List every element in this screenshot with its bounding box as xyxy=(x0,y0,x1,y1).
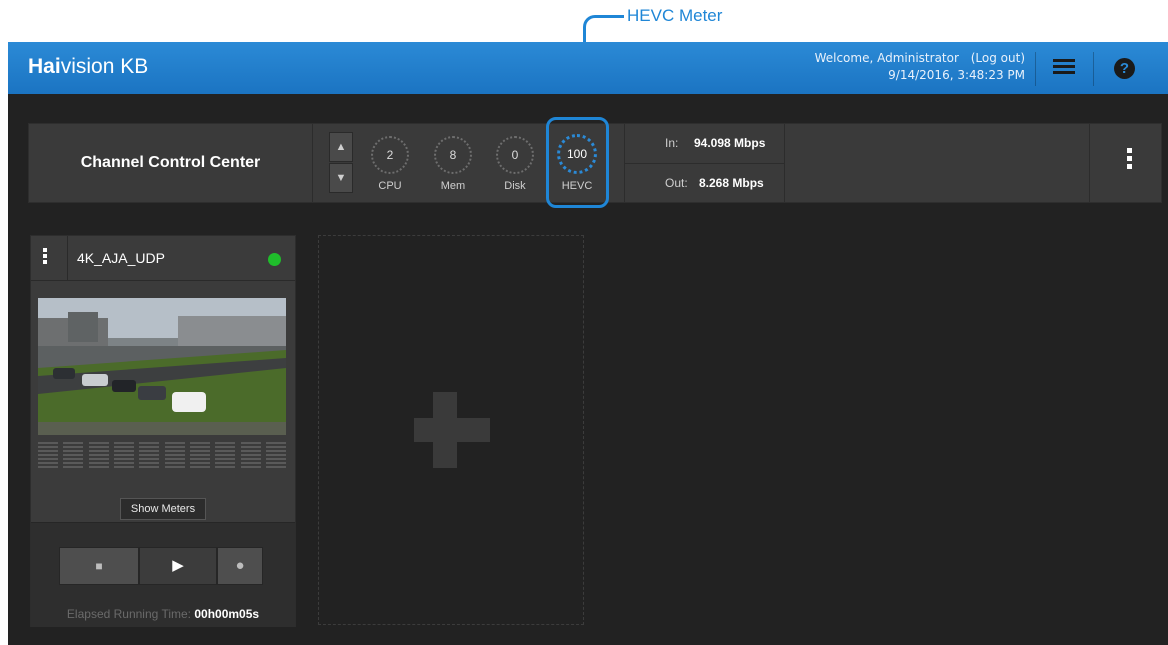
video-preview xyxy=(38,298,286,435)
divider xyxy=(312,124,313,202)
elapsed-time: Elapsed Running Time: 00h00m05s xyxy=(66,607,260,621)
welcome-text: Welcome, Administrator xyxy=(814,51,959,65)
mem-gauge: 8 xyxy=(434,136,472,174)
cpu-gauge: 2 xyxy=(371,136,409,174)
cpu-label: CPU xyxy=(378,180,402,192)
disk-label: Disk xyxy=(504,180,526,192)
channel-card-header: 4K_AJA_UDP xyxy=(31,236,295,281)
hevc-callout-box xyxy=(546,117,609,208)
out-label: Out: xyxy=(665,176,688,190)
channel-menu-icon[interactable] xyxy=(43,248,48,266)
top-bar: Haivision KB Welcome, Administrator (Log… xyxy=(8,42,1168,94)
channel-card: 4K_AJA_UDP Show Meters ■ ▶ ● Elapsed Run… xyxy=(30,235,296,627)
datetime: 9/14/2016, 3:48:23 PM xyxy=(888,68,1025,82)
help-icon[interactable]: ? xyxy=(1114,58,1135,79)
disk-gauge: 0 xyxy=(496,136,534,174)
topbar-divider xyxy=(1035,52,1036,86)
out-value: 8.268 Mbps xyxy=(699,176,764,190)
divider xyxy=(784,124,785,202)
rate-divider xyxy=(624,163,784,164)
callout-line-h xyxy=(583,15,624,32)
in-label: In: xyxy=(665,136,679,150)
status-indicator xyxy=(268,253,281,266)
add-channel-slot[interactable] xyxy=(318,235,584,625)
in-value: 94.098 Mbps xyxy=(694,136,766,150)
show-meters-button[interactable]: Show Meters xyxy=(120,498,206,520)
logout-link[interactable]: (Log out) xyxy=(971,51,1025,65)
record-button[interactable]: ● xyxy=(217,547,263,585)
hamburger-icon[interactable] xyxy=(1053,56,1075,78)
playback-controls: ■ ▶ ● Elapsed Running Time: 00h00m05s xyxy=(31,522,295,627)
welcome-block: Welcome, Administrator (Log out) 9/14/20… xyxy=(815,50,1025,84)
divider xyxy=(1089,124,1090,202)
mem-label: Mem xyxy=(440,180,466,192)
stop-button[interactable]: ■ xyxy=(59,547,139,585)
brand-logo: Haivision KB xyxy=(28,55,149,78)
scroll-up-button[interactable]: ▲ xyxy=(329,132,353,162)
control-center-title: Channel Control Center xyxy=(80,154,261,171)
control-center-menu-icon[interactable] xyxy=(1127,148,1133,172)
divider xyxy=(67,236,68,280)
channel-name: 4K_AJA_UDP xyxy=(77,250,165,266)
play-button[interactable]: ▶ xyxy=(139,547,217,585)
audio-meters xyxy=(38,442,286,470)
scroll-down-button[interactable]: ▼ xyxy=(329,163,353,193)
callout-label: HEVC Meter xyxy=(627,6,723,25)
topbar-divider xyxy=(1093,52,1094,86)
